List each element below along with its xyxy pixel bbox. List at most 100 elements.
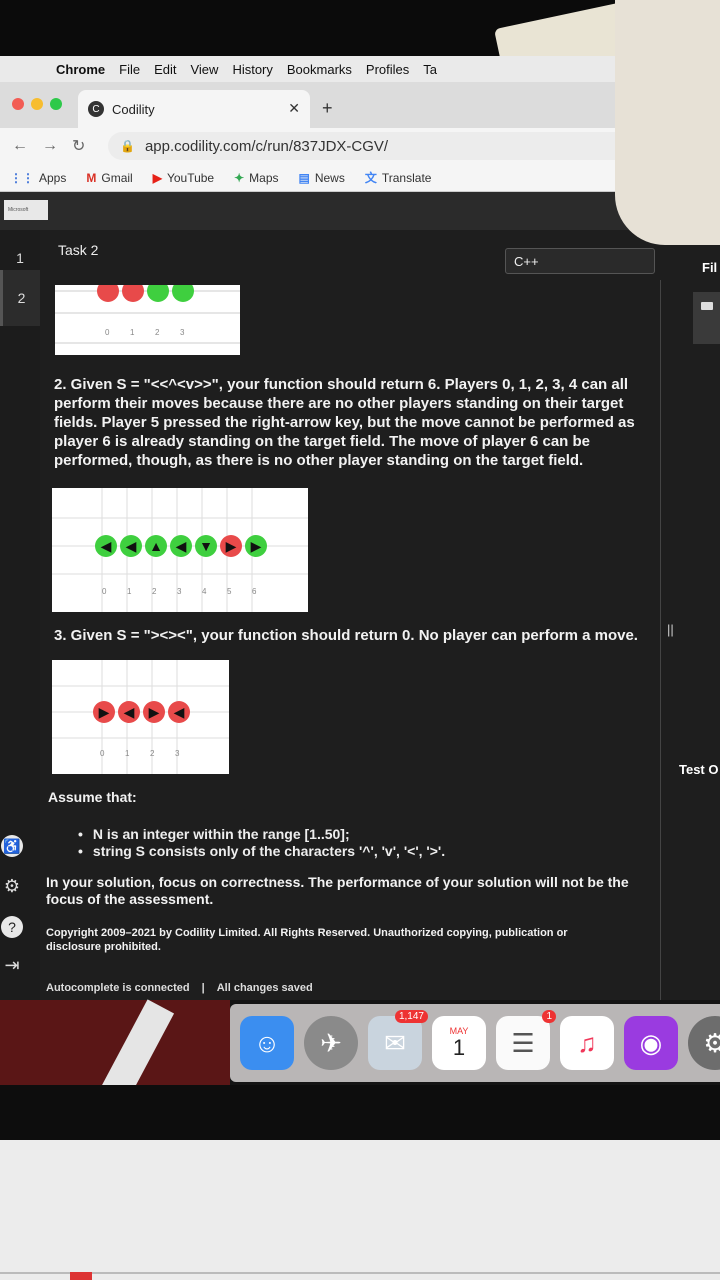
reminders-icon[interactable]: ☰ 1 bbox=[496, 1010, 556, 1070]
dock-area: ☺ ✈ ✉ 1,147 MAY 1 ☰ 1 ♫ ◉ ⚙ bbox=[0, 1000, 720, 1085]
close-window-icon[interactable] bbox=[12, 98, 24, 110]
browser-tab[interactable]: C Codility ✕ bbox=[78, 90, 310, 128]
new-tab-icon[interactable]: + bbox=[322, 98, 333, 119]
microsoft-logo: Microsoft bbox=[4, 200, 48, 220]
player-0-marker bbox=[97, 285, 119, 302]
forward-icon[interactable]: → bbox=[42, 137, 58, 155]
left-arrow-icon: ◀ bbox=[176, 538, 187, 554]
status-separator: | bbox=[201, 982, 205, 994]
gmail-icon: M bbox=[86, 170, 97, 185]
system-preferences-icon[interactable]: ⚙ bbox=[688, 1016, 720, 1070]
tick-label: 0 bbox=[100, 749, 105, 758]
podcasts-icon[interactable]: ◉ bbox=[624, 1016, 678, 1070]
music-icon[interactable]: ♫ bbox=[560, 1016, 614, 1070]
tick-label: 2 bbox=[150, 749, 155, 758]
towel-foreground bbox=[615, 0, 720, 245]
player-3-marker bbox=[172, 285, 194, 302]
calendar-icon[interactable]: MAY 1 bbox=[432, 1016, 486, 1070]
gear-icon[interactable]: ⚙ bbox=[1, 875, 23, 897]
reload-icon[interactable]: ↻ bbox=[72, 136, 85, 156]
tick-label: 0 bbox=[105, 328, 110, 337]
back-icon[interactable]: ← bbox=[12, 137, 28, 155]
bookmark-label: Gmail bbox=[101, 170, 133, 185]
tick-label: 1 bbox=[125, 749, 130, 758]
example2-board: ◀ ◀ ▲ ◀ ▼ ▶ ▶ 0 1 2 3 4 5 6 bbox=[52, 488, 308, 612]
close-tab-icon[interactable]: ✕ bbox=[288, 100, 300, 117]
news-icon: ▤ bbox=[298, 170, 310, 185]
calendar-day: 1 bbox=[452, 1035, 466, 1060]
finder-icon[interactable]: ☺ bbox=[240, 1016, 294, 1070]
bookmark-label: News bbox=[314, 170, 345, 185]
bookmark-youtube[interactable]: ▶ YouTube bbox=[153, 171, 214, 185]
files-tab[interactable]: Fil bbox=[702, 260, 717, 275]
tick-label: 1 bbox=[127, 587, 132, 596]
bookmark-label: Maps bbox=[249, 170, 279, 185]
editor-status-bar: Autocomplete is connected | All changes sa… bbox=[46, 982, 313, 994]
menu-tab[interactable]: Ta bbox=[423, 62, 437, 77]
codility-favicon-icon: C bbox=[88, 101, 104, 117]
save-status: All changes saved bbox=[216, 982, 313, 994]
tick-label: 1 bbox=[130, 328, 135, 337]
accessibility-icon[interactable]: ♿ bbox=[1, 835, 23, 857]
left-arrow-icon: ◀ bbox=[124, 704, 135, 720]
logout-icon[interactable]: ⇥ bbox=[1, 954, 23, 976]
task-sidebar: 1 2 ♿ ⚙ ? ⇥ bbox=[0, 230, 40, 1000]
wallpaper bbox=[0, 1000, 230, 1085]
menu-app-name[interactable]: Chrome bbox=[56, 62, 105, 77]
bookmark-maps[interactable]: ✦ Maps bbox=[234, 171, 278, 185]
bookmark-gmail[interactable]: M Gmail bbox=[86, 171, 132, 185]
bookmark-label: YouTube bbox=[166, 170, 215, 185]
bookmarks-bar: ⋮⋮ Apps M Gmail ▶ YouTube ✦ Maps ▤ News 文 Tran… bbox=[0, 164, 670, 192]
menu-profiles[interactable]: Profiles bbox=[366, 62, 409, 77]
tick-label: 4 bbox=[202, 587, 207, 596]
pause-icon[interactable]: || bbox=[667, 622, 674, 637]
mail-icon[interactable]: ✉ 1,147 bbox=[368, 1010, 428, 1070]
right-arrow-icon: ▶ bbox=[99, 704, 110, 720]
desk-surface bbox=[0, 1140, 720, 1280]
task-title: Task 2 bbox=[58, 242, 99, 258]
language-select[interactable]: C++ bbox=[505, 248, 655, 274]
example1-figure: 0 1 2 3 bbox=[55, 285, 240, 355]
task-number-2[interactable]: 2 bbox=[0, 270, 40, 326]
example3-figure: ▶ ◀ ▶ ◀ 0 1 2 3 bbox=[52, 660, 229, 774]
menu-view[interactable]: View bbox=[190, 62, 218, 77]
bookmark-label: Translate bbox=[381, 170, 432, 185]
tick-label: 2 bbox=[155, 328, 160, 337]
player-1-marker bbox=[122, 285, 144, 302]
address-bar[interactable]: 🔒 app.codility.com/c/run/837JDX-CGV/ bbox=[108, 132, 668, 160]
zoom-window-icon[interactable] bbox=[50, 98, 62, 110]
autocomplete-status: Autocomplete is connected bbox=[46, 982, 190, 994]
bookmark-apps[interactable]: ⋮⋮ Apps bbox=[10, 171, 66, 185]
assumptions-list: N is an integer within the range [1..50]… bbox=[78, 826, 445, 860]
codility-app: 1 2 ♿ ⚙ ? ⇥ Task 2 C++ Fil || Test O 0 1… bbox=[0, 230, 720, 1000]
folder-icon bbox=[701, 302, 713, 310]
help-icon[interactable]: ? bbox=[1, 916, 23, 938]
minimize-window-icon[interactable] bbox=[31, 98, 43, 110]
test-output-tab[interactable]: Test O bbox=[679, 762, 719, 777]
menu-bookmarks[interactable]: Bookmarks bbox=[287, 62, 352, 77]
right-arrow-icon: ▶ bbox=[226, 538, 237, 554]
left-arrow-icon: ◀ bbox=[126, 538, 137, 554]
maps-icon: ✦ bbox=[234, 170, 245, 185]
launchpad-icon[interactable]: ✈ bbox=[304, 1016, 358, 1070]
menu-file[interactable]: File bbox=[119, 62, 140, 77]
menu-edit[interactable]: Edit bbox=[154, 62, 176, 77]
assumption-item: string S consists only of the characters… bbox=[78, 843, 445, 860]
bookmark-translate[interactable]: 文 Translate bbox=[365, 169, 432, 186]
tab-title: Codility bbox=[112, 101, 155, 117]
bookmark-news[interactable]: ▤ News bbox=[299, 171, 345, 185]
mac-menu-bar: Chrome File Edit View History Bookmarks … bbox=[0, 56, 700, 82]
example1-board: 0 1 2 3 bbox=[55, 285, 240, 344]
example-2-text: 2. Given S = "<<^<v>>", your function sh… bbox=[54, 376, 635, 469]
player-2-marker bbox=[147, 285, 169, 302]
mac-dock: ☺ ✈ ✉ 1,147 MAY 1 ☰ 1 ♫ ◉ ⚙ bbox=[230, 1004, 720, 1082]
example3-board: ▶ ◀ ▶ ◀ 0 1 2 3 bbox=[52, 660, 229, 774]
mail-badge: 1,147 bbox=[394, 1010, 428, 1023]
youtube-icon: ▶ bbox=[152, 170, 162, 185]
menu-history[interactable]: History bbox=[232, 62, 272, 77]
tick-label: 3 bbox=[180, 328, 185, 337]
folder-button[interactable] bbox=[693, 292, 720, 344]
assume-heading: Assume that: bbox=[48, 789, 137, 805]
window-controls bbox=[12, 98, 62, 110]
toolbar: ← → ↻ 🔒 app.codility.com/c/run/837JDX-CG… bbox=[0, 128, 680, 164]
